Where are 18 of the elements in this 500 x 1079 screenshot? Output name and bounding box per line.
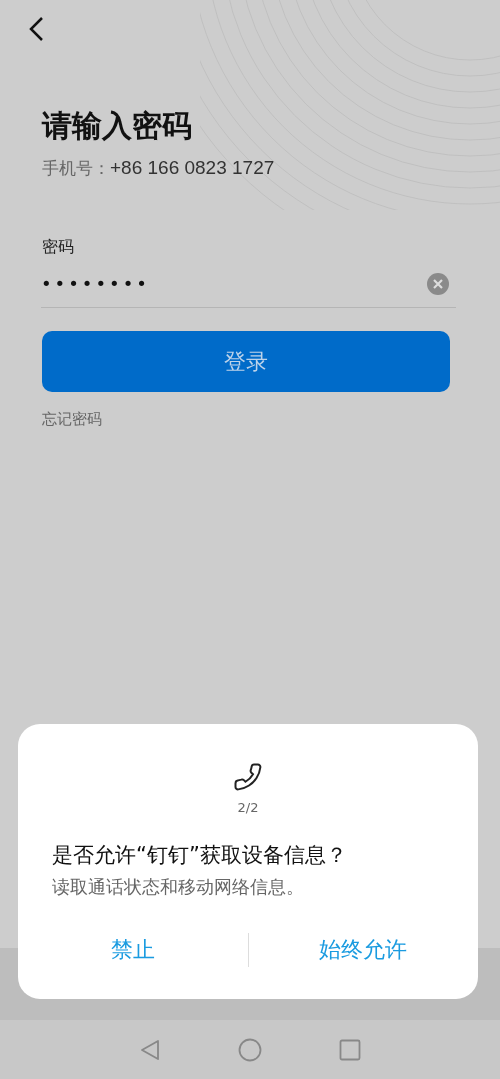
phone-icon — [233, 762, 263, 792]
dialog-title: 是否允许“钉钉”获取设备信息？ — [52, 841, 347, 869]
page-counter: 2/2 — [237, 799, 259, 817]
password-label: 密码 — [42, 236, 74, 258]
nav-back-icon[interactable] — [138, 1038, 161, 1061]
nav-recents-icon[interactable] — [339, 1038, 362, 1061]
page-title: 请输入密码 — [42, 107, 192, 145]
phone-label: 手机号： — [42, 157, 110, 180]
clear-icon[interactable] — [427, 272, 449, 295]
dialog-message: 读取通话状态和移动网络信息。 — [52, 874, 304, 899]
forgot-password-link[interactable]: 忘记密码 — [42, 408, 102, 431]
allow-button[interactable]: 始终允许 — [248, 929, 478, 970]
login-button[interactable]: 登录 — [42, 331, 450, 392]
password-field[interactable]: •••••••• — [41, 264, 456, 308]
deny-button[interactable]: 禁止 — [18, 929, 248, 970]
back-icon[interactable] — [28, 16, 44, 42]
phone-number: +86 166 0823 1727 — [110, 156, 275, 180]
nav-home-icon[interactable] — [238, 1037, 262, 1062]
